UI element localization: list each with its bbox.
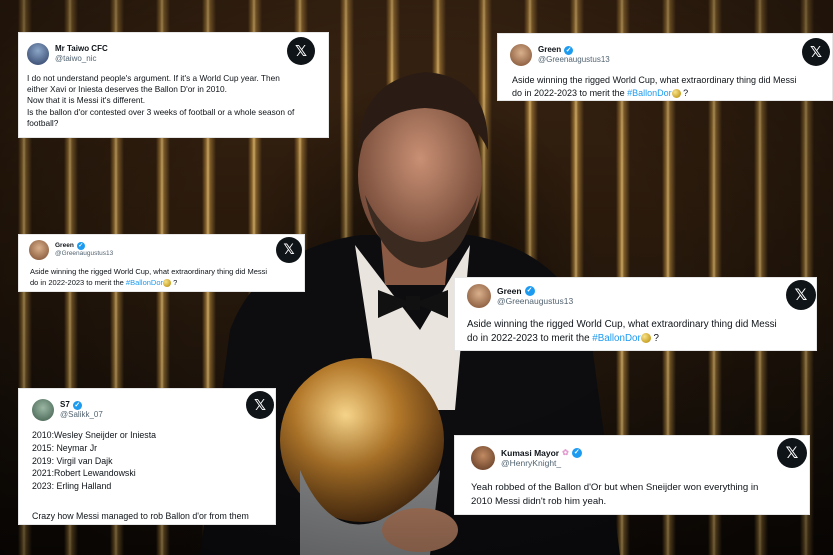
verified-badge-icon: ✓: [72, 400, 82, 410]
tweet-author-handle[interactable]: @HenryKnight_: [501, 458, 582, 468]
ballon-dor-emoji-icon: [163, 278, 172, 287]
tweet-author-handle[interactable]: @Salikk_07: [60, 410, 103, 420]
tweet-card-green-left[interactable]: Green ✓ @Greenaugustus13 𝕏 Aside winning…: [18, 234, 305, 292]
flower-emoji-icon: ✿: [562, 448, 569, 458]
x-logo-icon[interactable]: 𝕏: [287, 37, 315, 65]
x-logo-icon[interactable]: 𝕏: [802, 38, 830, 66]
verified-badge-icon: ✓: [76, 242, 85, 251]
tweet-card-kumasi-mayor[interactable]: Kumasi Mayor ✿ ✓ @HenryKnight_ 𝕏 Yeah ro…: [454, 435, 810, 515]
tweet-text-line: do in 2022-2023 to merit the #BallonDor …: [30, 278, 267, 289]
tweet-text-segment: ?: [171, 277, 178, 287]
tweet-author-handle[interactable]: @Greenaugustus13: [497, 296, 573, 306]
x-logo-icon[interactable]: 𝕏: [777, 438, 807, 468]
tweet-text-line: Aside winning the rigged World Cup, what…: [512, 75, 797, 85]
tweet-text-line: Aside winning the rigged World Cup, what…: [467, 319, 777, 330]
tweet-author-name[interactable]: Green: [55, 242, 74, 250]
tweet-text-line: either Xavi or Iniesta deserves the Ball…: [27, 84, 227, 95]
tweet-text-segment: do in 2022-2023 to merit the: [512, 88, 628, 99]
x-logo-icon[interactable]: 𝕏: [276, 237, 302, 263]
tweet-text-line: Now that it is Messi it's different.: [27, 95, 146, 106]
tweet-text-line: 2010 Messi didn't rob him yeah.: [471, 496, 607, 508]
tweet-text-segment: ?: [650, 333, 659, 345]
tweet-text-line: 2019: Virgil van Dajk: [32, 455, 113, 466]
tweet-text-line: do in 2022-2023 to merit the #BallonDor …: [512, 87, 796, 100]
tweet-card-taiwo[interactable]: Mr Taiwo CFC @taiwo_nic 𝕏 I do not under…: [18, 32, 329, 138]
hashtag-link[interactable]: #BallonDor: [592, 333, 640, 344]
tweet-author-handle[interactable]: @Greenaugustus13: [55, 250, 113, 258]
x-logo-icon[interactable]: 𝕏: [786, 280, 816, 310]
tweet-text-segment: do in 2022-2023 to merit the: [467, 333, 593, 345]
avatar[interactable]: [29, 240, 49, 260]
tweet-text-line: Aside winning the rigged World Cup, what…: [30, 267, 268, 276]
tweet-author-name[interactable]: Mr Taiwo CFC: [55, 44, 108, 54]
avatar[interactable]: [467, 284, 491, 308]
tweet-text-line: 2023: Erling Halland: [32, 481, 112, 491]
ballon-dor-emoji-icon: [671, 89, 681, 99]
avatar[interactable]: [510, 44, 532, 66]
hashtag-link[interactable]: #BallonDor: [627, 88, 672, 98]
tweet-text-line: 2015: Neymar Jr: [32, 442, 98, 453]
tweet-text-line: 2010:Wesley Sneijder or Iniesta: [32, 430, 157, 440]
hashtag-link[interactable]: #BallonDor: [126, 278, 163, 287]
tweet-card-green-right[interactable]: Green ✓ @Greenaugustus13 𝕏 Aside winning…: [454, 277, 817, 351]
tweet-footer-text: Crazy how Messi managed to rob Ballon d'…: [32, 511, 249, 521]
tweet-author-name[interactable]: Kumasi Mayor: [501, 448, 559, 458]
tweet-author-handle[interactable]: @Greenaugustus13: [538, 55, 610, 65]
tweet-text-line: Is the ballon d'or contested over 3 week…: [27, 106, 295, 117]
tweet-card-s7[interactable]: S7 ✓ @Salikk_07 𝕏 2010:Wesley Sneijder o…: [18, 388, 276, 525]
tweet-author-name[interactable]: Green: [497, 286, 522, 296]
ballon-dor-emoji-icon: [640, 333, 651, 344]
tweet-text-line: football?: [27, 117, 59, 128]
verified-badge-icon: ✓: [564, 45, 574, 55]
tweet-text-segment: do in 2022-2023 to merit the: [30, 277, 126, 287]
tweet-author-name[interactable]: Green: [538, 45, 561, 55]
tweet-card-green-top[interactable]: Green ✓ @Greenaugustus13 𝕏 Aside winning…: [497, 33, 833, 101]
tweet-text-line: do in 2022-2023 to merit the #BallonDor …: [467, 332, 777, 346]
verified-badge-icon: ✓: [524, 285, 535, 296]
avatar[interactable]: [32, 399, 54, 421]
avatar[interactable]: [471, 446, 495, 470]
tweet-text-segment: ?: [680, 88, 689, 99]
tweet-author-handle[interactable]: @taiwo_nic: [55, 54, 108, 64]
tweet-author-name[interactable]: S7: [60, 400, 70, 410]
tweet-text-line: I do not understand people's argument. I…: [27, 73, 280, 83]
x-logo-icon[interactable]: 𝕏: [246, 391, 274, 419]
tweet-text-line: Yeah robbed of the Ballon d'Or but when …: [471, 482, 759, 493]
tweet-text-line: 2021:Robert Lewandowski: [32, 468, 136, 479]
avatar[interactable]: [27, 43, 49, 65]
verified-badge-icon: ✓: [571, 447, 582, 458]
